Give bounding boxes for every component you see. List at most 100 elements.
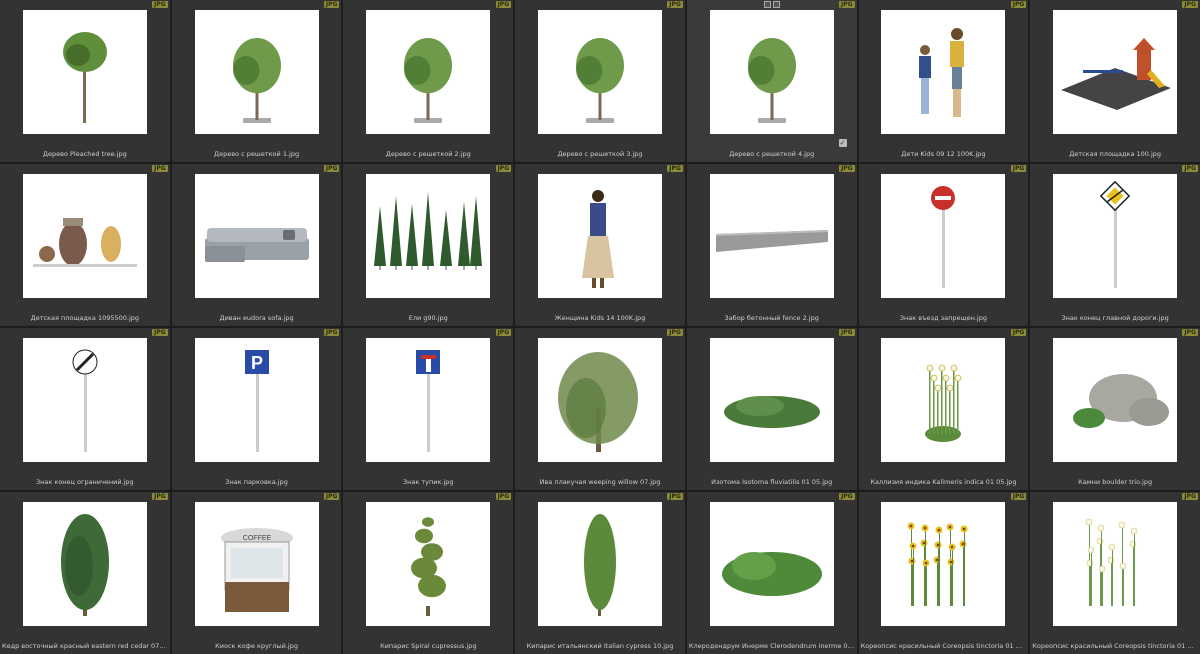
thumbnail-tile[interactable]: JPG Изотома Isotoma fluviatilis 01 05.jpg (686, 328, 857, 490)
thumbnail-caption: Клеродендрум Инерме Clerodendrum inerme … (688, 642, 855, 650)
thumbnail-tile[interactable]: JPG COFFEE Киоск кофе круглый.jpg (171, 492, 342, 654)
file-type-badge: JPG (667, 165, 683, 172)
spiral-cypress-image[interactable] (366, 502, 491, 626)
end-of-main-road-sign-image[interactable] (1053, 174, 1178, 298)
tree-with-grate-image[interactable] (194, 10, 319, 134)
thumbnail-caption: Ива плакучая weeping willow 07.jpg (539, 478, 661, 486)
file-type-badge: JPG (152, 165, 168, 172)
thumbnail-caption: Дерево с решеткой 4.jpg (729, 150, 815, 158)
file-type-badge: JPG (667, 329, 683, 336)
tree-with-grate-image[interactable] (366, 10, 491, 134)
thumbnail-caption: Знак тупик.jpg (403, 478, 454, 486)
thumbnail-caption: Забор бетонный fence 2.jpg (724, 314, 819, 322)
isotoma-bush-image[interactable] (709, 338, 834, 462)
red-cedar-image[interactable] (22, 502, 147, 626)
thumbnail-caption: Каллизия индика Kalimeris indica 01 05.j… (870, 478, 1017, 486)
no-entry-sign-image[interactable] (881, 174, 1006, 298)
spruce-trees-image[interactable] (366, 174, 491, 298)
coffee-kiosk-image[interactable]: COFFEE (194, 502, 319, 626)
file-type-badge: JPG (1010, 1, 1027, 8)
file-type-badge: JPG (1182, 165, 1198, 172)
file-type-badge: JPG (495, 1, 512, 8)
clerodendrum-bush-image[interactable] (709, 502, 834, 626)
thumbnail-tile[interactable]: JPG Каллизия индика Kalimeris indica 01 0… (858, 328, 1029, 490)
thumbnail-tile[interactable]: JPG Камни boulder trio.jpg (1030, 328, 1200, 490)
tree-with-grate-image[interactable] (709, 10, 834, 134)
file-type-badge: JPG (839, 493, 855, 500)
thumbnail-tile[interactable]: JPG Ива плакучая weeping willow 07.jpg (515, 328, 685, 490)
thumbnail-caption: Знак парковка.jpg (225, 478, 288, 486)
selected-check-icon[interactable]: ✓ (838, 139, 847, 147)
thumbnail-tile[interactable]: JPG Кипарис итальянский Italian cypress 1… (515, 492, 685, 654)
file-type-badge: JPG (495, 165, 512, 172)
kids-walking-image[interactable] (881, 10, 1006, 134)
thumbnail-tile[interactable]: JPG Дети Kids 09 12 100K.jpg (858, 0, 1029, 162)
thumbnail-caption: Знак въезд запрещен.jpg (899, 314, 987, 322)
thumbnail-tile[interactable]: JPG Дерево с решеткой 1.jpg (171, 0, 342, 162)
file-type-badge: JPG (1182, 329, 1198, 336)
file-type-badge: JPG (1182, 493, 1198, 500)
thumbnail-tile[interactable]: JPG ✓ Дерево с решеткой 4.jpg (686, 0, 857, 162)
file-type-badge: JPG (667, 493, 683, 500)
pleached-tree-image[interactable] (22, 10, 147, 134)
file-type-badge: JPG (1010, 493, 1027, 500)
end-of-restrictions-sign-image[interactable] (22, 338, 147, 462)
file-type-badge: JPG (323, 493, 340, 500)
file-type-badge: JPG (323, 329, 340, 336)
thumbnail-tile[interactable]: JPG Знак конец главной дороги.jpg (1030, 164, 1200, 326)
thumbnail-tile[interactable]: JPG Ели g90.jpg (343, 164, 514, 326)
thumbnail-tile[interactable]: JPG Знак тупик.jpg (343, 328, 514, 490)
thumbnail-caption: Дети Kids 09 12 100K.jpg (901, 150, 986, 158)
thumbnail-tile[interactable]: JPG P Знак парковка.jpg (171, 328, 342, 490)
woman-standing-image[interactable] (537, 174, 662, 298)
playground-figures-image[interactable] (22, 174, 147, 298)
thumbnail-caption: Кореопсис красильный Coreopsis tinctoria… (1032, 642, 1198, 650)
coreopsis-white-image[interactable] (1053, 502, 1178, 626)
file-type-badge: JPG (495, 329, 512, 336)
parking-sign-image[interactable]: P (194, 338, 319, 462)
edit-icon[interactable] (772, 1, 780, 8)
thumbnail-caption: Дерево с решеткой 1.jpg (214, 150, 300, 158)
thumbnail-tile[interactable]: JPG Знак въезд запрещен.jpg (858, 164, 1029, 326)
sofa-image[interactable] (194, 174, 319, 298)
dead-end-sign-image[interactable] (366, 338, 491, 462)
thumbnail-caption: Кореопсис красильный Coreopsis tinctoria… (860, 642, 1027, 650)
thumbnail-tile[interactable]: JPG Детская площадка 100.jpg (1030, 0, 1200, 162)
file-type-badge: JPG (323, 1, 340, 8)
file-type-badge: JPG (1182, 1, 1198, 8)
boulders-image[interactable] (1053, 338, 1178, 462)
thumbnail-tile[interactable]: JPG Диван eudora sofa.jpg (171, 164, 342, 326)
thumbnail-caption: Женщина Kids 14 100K.jpg (554, 314, 646, 322)
thumbnail-caption: Кипарис итальянский Italian cypress 10.j… (526, 642, 674, 650)
thumbnail-caption: Кипарис Spiral cupressus.jpg (380, 642, 477, 650)
concrete-fence-image[interactable] (709, 174, 834, 298)
playground-image[interactable] (1053, 10, 1178, 134)
thumbnail-caption: Дерево с решеткой 3.jpg (557, 150, 643, 158)
frame-icon[interactable] (763, 1, 771, 8)
thumbnail-tile[interactable]: JPG Кедр восточный красный eastern red ce… (0, 492, 170, 654)
thumbnail-tile[interactable]: JPG Забор бетонный fence 2.jpg (686, 164, 857, 326)
coreopsis-yellow-image[interactable] (881, 502, 1006, 626)
weeping-willow-image[interactable] (537, 338, 662, 462)
tree-with-grate-image[interactable] (537, 10, 662, 134)
italian-cypress-image[interactable] (537, 502, 662, 626)
thumbnail-tile[interactable]: JPG Знак конец ограничений.jpg (0, 328, 170, 490)
file-type-badge: JPG (1010, 165, 1027, 172)
thumbnail-tile[interactable]: JPG Дерево с решеткой 2.jpg (343, 0, 514, 162)
thumbnail-tile[interactable]: JPG Дерево Pleached tree.jpg (0, 0, 170, 162)
thumbnail-tile[interactable]: JPG Кореопсис красильный Coreopsis tincto… (858, 492, 1029, 654)
thumbnail-tile[interactable]: JPG Кореопсис красильный Coreopsis tincto… (1030, 492, 1200, 654)
file-type-badge: JPG (839, 329, 855, 336)
thumbnail-caption: Знак конец главной дороги.jpg (1061, 314, 1169, 322)
file-type-badge: JPG (839, 1, 855, 8)
svg-text:P: P (251, 353, 263, 373)
thumbnail-caption: Изотома Isotoma fluviatilis 01 05.jpg (711, 478, 833, 486)
file-type-badge: JPG (667, 1, 683, 8)
thumbnail-tile[interactable]: JPG Детская площадка 1095500.jpg (0, 164, 170, 326)
thumbnail-tile[interactable]: JPG Кипарис Spiral cupressus.jpg (343, 492, 514, 654)
thumbnail-tile[interactable]: JPG Клеродендрум Инерме Clerodendrum iner… (686, 492, 857, 654)
kalimeris-plant-image[interactable] (881, 338, 1006, 462)
thumbnail-caption: Ели g90.jpg (408, 314, 448, 322)
thumbnail-tile[interactable]: JPG Женщина Kids 14 100K.jpg (515, 164, 685, 326)
thumbnail-tile[interactable]: JPG Дерево с решеткой 3.jpg (515, 0, 685, 162)
